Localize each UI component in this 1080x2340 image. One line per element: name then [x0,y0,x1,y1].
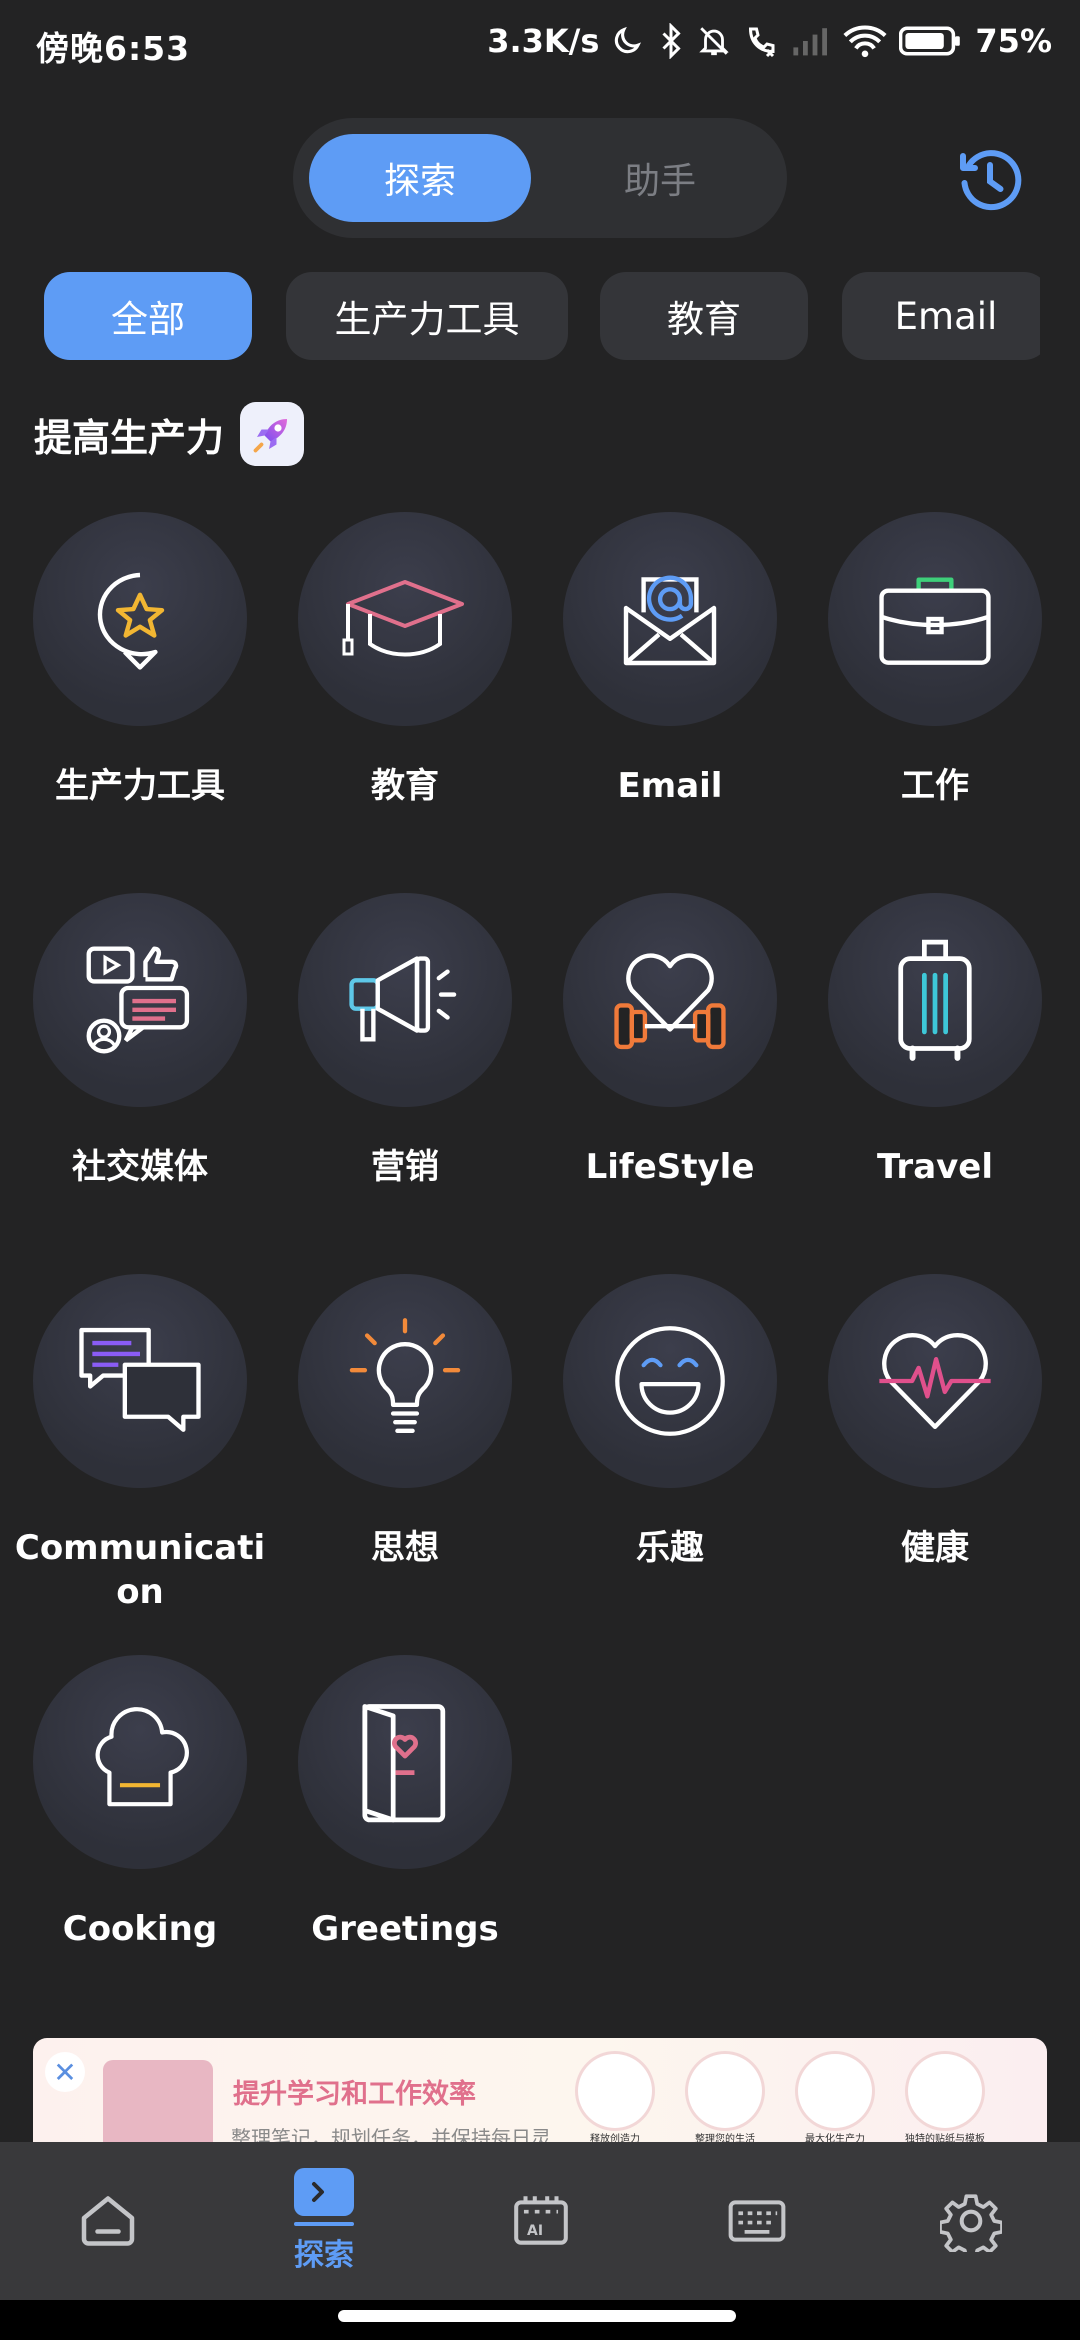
category-email[interactable]: Email [538,512,802,808]
nav-keyboard[interactable] [722,2142,792,2300]
section-title-text: 提高生产力 [34,415,225,460]
category-label: 社交媒体 [72,1147,208,1187]
status-time: 傍晚6:53 [36,29,191,68]
chat-bubbles-icon [79,1327,201,1432]
battery-level: 75% [975,22,1052,60]
chip-productivity[interactable]: 生产力工具 [286,272,568,360]
megaphone-icon [349,956,457,1042]
moon-icon [615,26,642,54]
category-thoughts[interactable]: 思想 [273,1274,537,1570]
chip-all[interactable]: 全部 [44,272,252,360]
promo-title: 提升学习和工作效率 [233,2079,476,2110]
heartbeat-icon [879,1333,991,1429]
category-greetings[interactable]: Greetings [273,1655,537,1951]
category-label: Communication [14,1528,266,1612]
bluetooth-icon [662,23,682,59]
promo-subtitle: 整理笔记，规划任务，并保持每日灵 [231,2126,551,2142]
category-label: Greetings [311,1909,499,1949]
gear-icon [940,2194,1002,2252]
tab-assistant[interactable]: 助手 [549,134,771,222]
journal-image [103,2060,213,2142]
close-icon[interactable]: ✕ [45,2052,85,2092]
category-marketing[interactable]: 营销 [273,893,537,1189]
explore-icon [294,2168,354,2216]
rocket-icon [240,402,305,466]
star-speech-bubble-icon [97,572,165,670]
social-media-icon [86,946,190,1054]
graduation-cap-icon [342,580,464,657]
promo-feature: 最大化生产力 [791,2054,879,2142]
smiley-face-icon [615,1326,725,1436]
tab-explore[interactable]: 探索 [309,134,531,222]
svg-text:AI: AI [527,2223,543,2239]
creativity-icon [578,2054,652,2128]
category-label: 生产力工具 [55,766,225,806]
category-education[interactable]: 教育 [273,512,537,808]
promo-feature: 整理您的生活 [681,2054,769,2142]
signal-icon [793,28,828,56]
greeting-card-icon [362,1704,446,1823]
stickers-icon [908,2054,982,2128]
section-title: 提高生产力 [34,402,305,466]
category-label: 乐趣 [636,1528,704,1568]
category-label: Email [617,766,723,806]
category-label: Travel [876,1147,994,1187]
category-cooking[interactable]: Cooking [8,1655,272,1951]
battery-icon [899,26,961,56]
category-label: Cooking [62,1909,218,1949]
call-icon [749,27,775,58]
category-label: 营销 [371,1147,439,1187]
nav-explore-label: 探索 [294,2238,354,2273]
ai-keyboard-icon: AI [514,2196,568,2245]
chef-hat-icon [95,1707,189,1807]
category-label: 思想 [371,1528,439,1568]
category-travel[interactable]: Travel [803,893,1067,1189]
category-label: 工作 [901,766,969,806]
history-button[interactable] [954,144,1026,216]
promo-feature: 释放创造力 [571,2054,659,2142]
nav-home[interactable] [60,2142,156,2300]
nav-settings[interactable] [936,2142,1006,2300]
category-lifestyle[interactable]: LifeStyle [538,893,802,1189]
category-label: 健康 [901,1528,969,1568]
nav-explore[interactable]: 探索 [274,2142,374,2300]
home-icon [81,2196,135,2246]
promo-feature: 独特的贴纸与模板 [901,2054,989,2142]
planner-icon [688,2054,762,2128]
chip-education[interactable]: 教育 [600,272,808,360]
heart-dumbbell-icon [614,953,726,1050]
email-envelope-icon [623,575,717,666]
wifi-icon [843,25,887,58]
mode-toggle: 探索 助手 [293,118,787,238]
category-productivity[interactable]: 生产力工具 [8,512,272,808]
status-icons: 3.3K/s 75% [487,22,1052,60]
lightbulb-icon [349,1318,461,1433]
category-social-media[interactable]: 社交媒体 [8,893,272,1189]
bottom-nav: 探索 AI [0,2142,1080,2300]
home-indicator[interactable] [338,2310,736,2322]
category-work[interactable]: 工作 [803,512,1067,808]
category-label: LifeStyle [585,1147,755,1187]
bell-off-icon [699,27,730,56]
filter-chips: 全部 生产力工具 教育 Email [0,272,1040,360]
chip-email[interactable]: Email [842,272,1040,360]
nav-ai-keyboard[interactable]: AI [506,2142,576,2300]
category-communication[interactable]: Communication [8,1274,272,1614]
briefcase-icon [879,577,991,665]
keyboard-icon [728,2200,786,2242]
productivity-icon [798,2054,872,2128]
network-speed: 3.3K/s [487,22,600,60]
history-clock-icon [960,150,1022,211]
category-fun[interactable]: 乐趣 [538,1274,802,1570]
category-health[interactable]: 健康 [803,1274,1067,1570]
explore-underline [294,2222,354,2226]
suitcase-icon [898,939,972,1061]
category-label: 教育 [371,766,439,806]
promo-banner[interactable]: ✕ 提升学习和工作效率 整理笔记，规划任务，并保持每日灵 释放创造力 整理您的生… [33,2038,1047,2142]
status-bar: 傍晚6:53 3.3K/s 75% [0,0,1080,90]
